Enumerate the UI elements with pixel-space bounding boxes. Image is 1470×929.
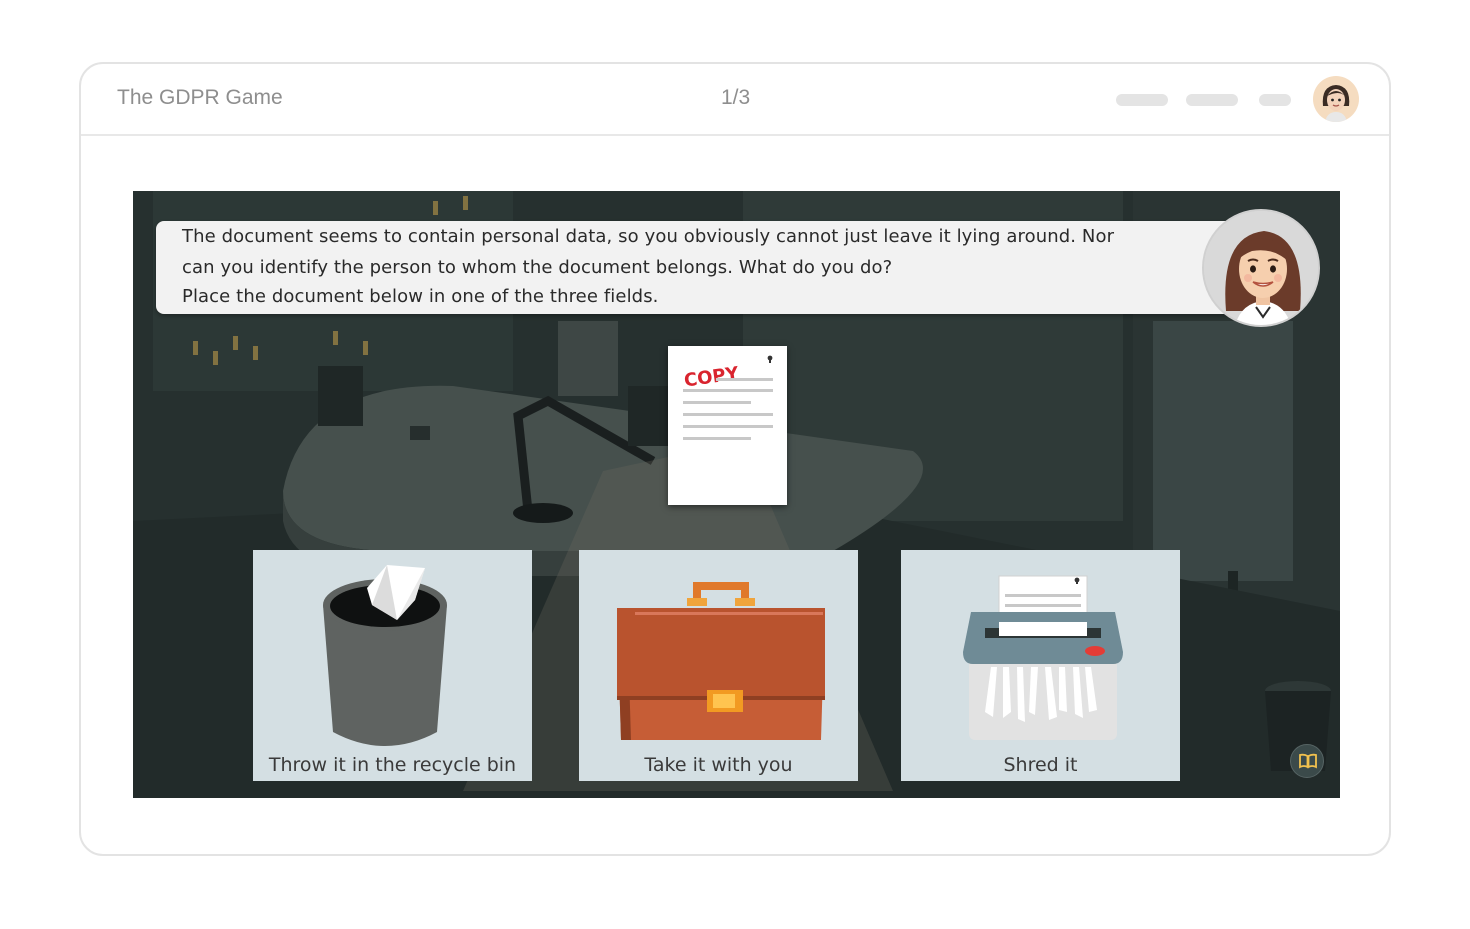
menu-pill-1[interactable]: [1116, 94, 1168, 106]
briefcase-icon: [617, 582, 825, 740]
drop-zone-recycle-bin[interactable]: Throw it in the recycle bin: [253, 550, 532, 781]
dialog-line-2: can you identify the person to whom the …: [182, 257, 893, 278]
book-icon: [1299, 753, 1317, 769]
user-avatar-icon: [1322, 85, 1350, 122]
narrator-avatar: [1202, 209, 1320, 327]
menu-pill-3[interactable]: [1259, 94, 1291, 106]
page-counter: 1/3: [721, 86, 751, 109]
narrator-portrait-icon: [1204, 211, 1318, 325]
dialog-line-3: Place the document below in one of the t…: [182, 286, 659, 307]
dialog-box: The document seems to contain personal d…: [156, 221, 1246, 314]
menu-pill-2[interactable]: [1186, 94, 1238, 106]
shredder-icon: [963, 575, 1123, 740]
app-title: The GDPR Game: [117, 86, 283, 109]
recycle-bin-icon: [323, 565, 447, 746]
game-scene: The document seems to contain personal d…: [133, 191, 1340, 798]
zone-label-shredder: Shred it: [1003, 754, 1078, 776]
dialog-line-1: The document seems to contain personal d…: [182, 226, 1115, 247]
user-avatar[interactable]: [1313, 76, 1359, 122]
zone-label-recycle-bin: Throw it in the recycle bin: [268, 754, 517, 776]
zone-label-take-with-you: Take it with you: [644, 754, 793, 776]
drop-zone-shredder[interactable]: Shred it: [901, 550, 1180, 781]
game-window: The GDPR Game 1/3 The document seems to …: [79, 62, 1391, 856]
top-bar: The GDPR Game 1/3: [81, 64, 1389, 136]
draggable-document[interactable]: COPY: [668, 346, 787, 505]
drop-zone-take-with-you[interactable]: Take it with you: [579, 550, 858, 781]
copy-stamp: COPY: [683, 363, 741, 392]
glossary-button[interactable]: [1290, 744, 1324, 778]
document-icon: COPY: [683, 355, 773, 440]
